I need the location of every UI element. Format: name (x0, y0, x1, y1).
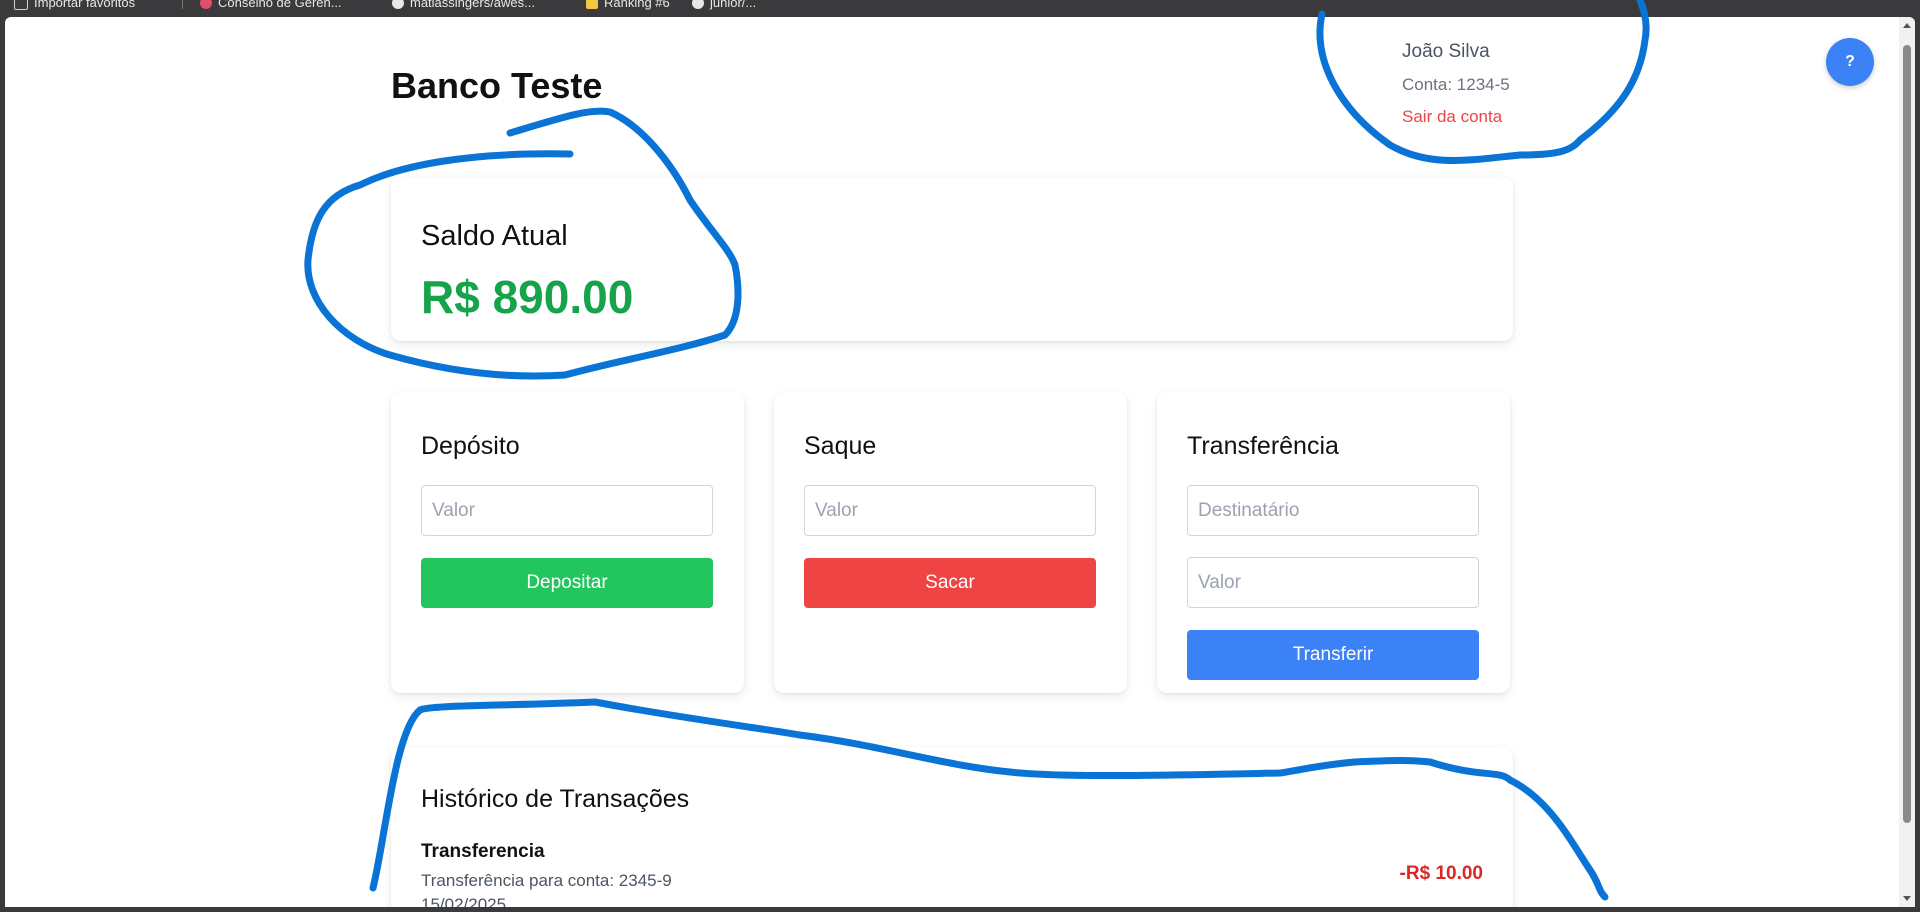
bookmark-label: Ranking #6 (604, 0, 670, 10)
balance-value: R$ 890.00 (421, 271, 634, 323)
bookmark-label: Conselho de Geren... (218, 0, 342, 10)
bookmark-label: matiassingers/awes... (410, 0, 535, 10)
bookmarks-bar: Importar favoritos Conselho de Geren... … (0, 0, 1920, 17)
github-icon (392, 0, 404, 9)
bookmark-ranking[interactable]: Ranking #6 (586, 0, 670, 10)
balance-title: Saldo Atual (421, 220, 568, 252)
withdraw-card: Saque Sacar (774, 392, 1127, 693)
deposit-title: Depósito (421, 432, 520, 460)
transaction-row: Transferencia Transferência para conta: … (421, 841, 1483, 907)
transaction-type: Transferencia (421, 841, 545, 862)
history-title: Histórico de Transações (421, 785, 690, 813)
user-name: João Silva (1402, 41, 1490, 62)
transfer-amount-input[interactable] (1187, 557, 1479, 608)
transfer-title: Transferência (1187, 432, 1339, 460)
transaction-amount: -R$ 10.00 (1399, 863, 1483, 884)
balance-card: Saldo Atual R$ 890.00 (391, 177, 1513, 341)
deposit-amount-input[interactable] (421, 485, 713, 536)
github-icon (692, 0, 704, 9)
bookmark-github-junior[interactable]: junior/... (692, 0, 756, 10)
withdraw-title: Saque (804, 432, 877, 460)
page-title: Banco Teste (391, 65, 603, 106)
bookmark-github-awesome[interactable]: matiassingers/awes... (392, 0, 535, 10)
import-icon (14, 0, 28, 10)
transaction-date: 15/02/2025 (421, 895, 507, 907)
transfer-recipient-input[interactable] (1187, 485, 1479, 536)
withdraw-button[interactable]: Sacar (804, 558, 1096, 608)
scroll-thumb[interactable] (1903, 45, 1911, 823)
bookmark-label: junior/... (710, 0, 757, 10)
page-viewport: Banco Teste João Silva Conta: 1234-5 Sai… (5, 17, 1915, 907)
withdraw-amount-input[interactable] (804, 485, 1096, 536)
site-icon (200, 0, 212, 9)
deposit-button[interactable]: Depositar (421, 558, 713, 608)
transfer-card: Transferência Transferir (1157, 392, 1510, 693)
help-button[interactable]: ? (1826, 38, 1874, 86)
bookmarks-divider (182, 0, 183, 9)
bookmark-label: Importar favoritos (34, 0, 136, 10)
deposit-card: Depósito Depositar (391, 392, 744, 693)
logout-link[interactable]: Sair da conta (1402, 107, 1510, 127)
transaction-description: Transferência para conta: 2345-9 (421, 871, 672, 890)
bookmark-import[interactable]: Importar favoritos (14, 0, 135, 10)
bookmark-conselho[interactable]: Conselho de Geren... (200, 0, 342, 10)
scroll-down-arrow-icon[interactable] (1903, 896, 1911, 901)
transfer-button[interactable]: Transferir (1187, 630, 1479, 680)
star-icon (586, 0, 598, 9)
user-info: João Silva Conta: 1234-5 Sair da conta (1402, 41, 1510, 127)
history-card: Histórico de Transações Transferencia Tr… (391, 747, 1513, 907)
vertical-scrollbar[interactable] (1899, 17, 1915, 907)
scroll-up-arrow-icon[interactable] (1903, 23, 1911, 28)
account-number: Conta: 1234-5 (1402, 75, 1510, 94)
